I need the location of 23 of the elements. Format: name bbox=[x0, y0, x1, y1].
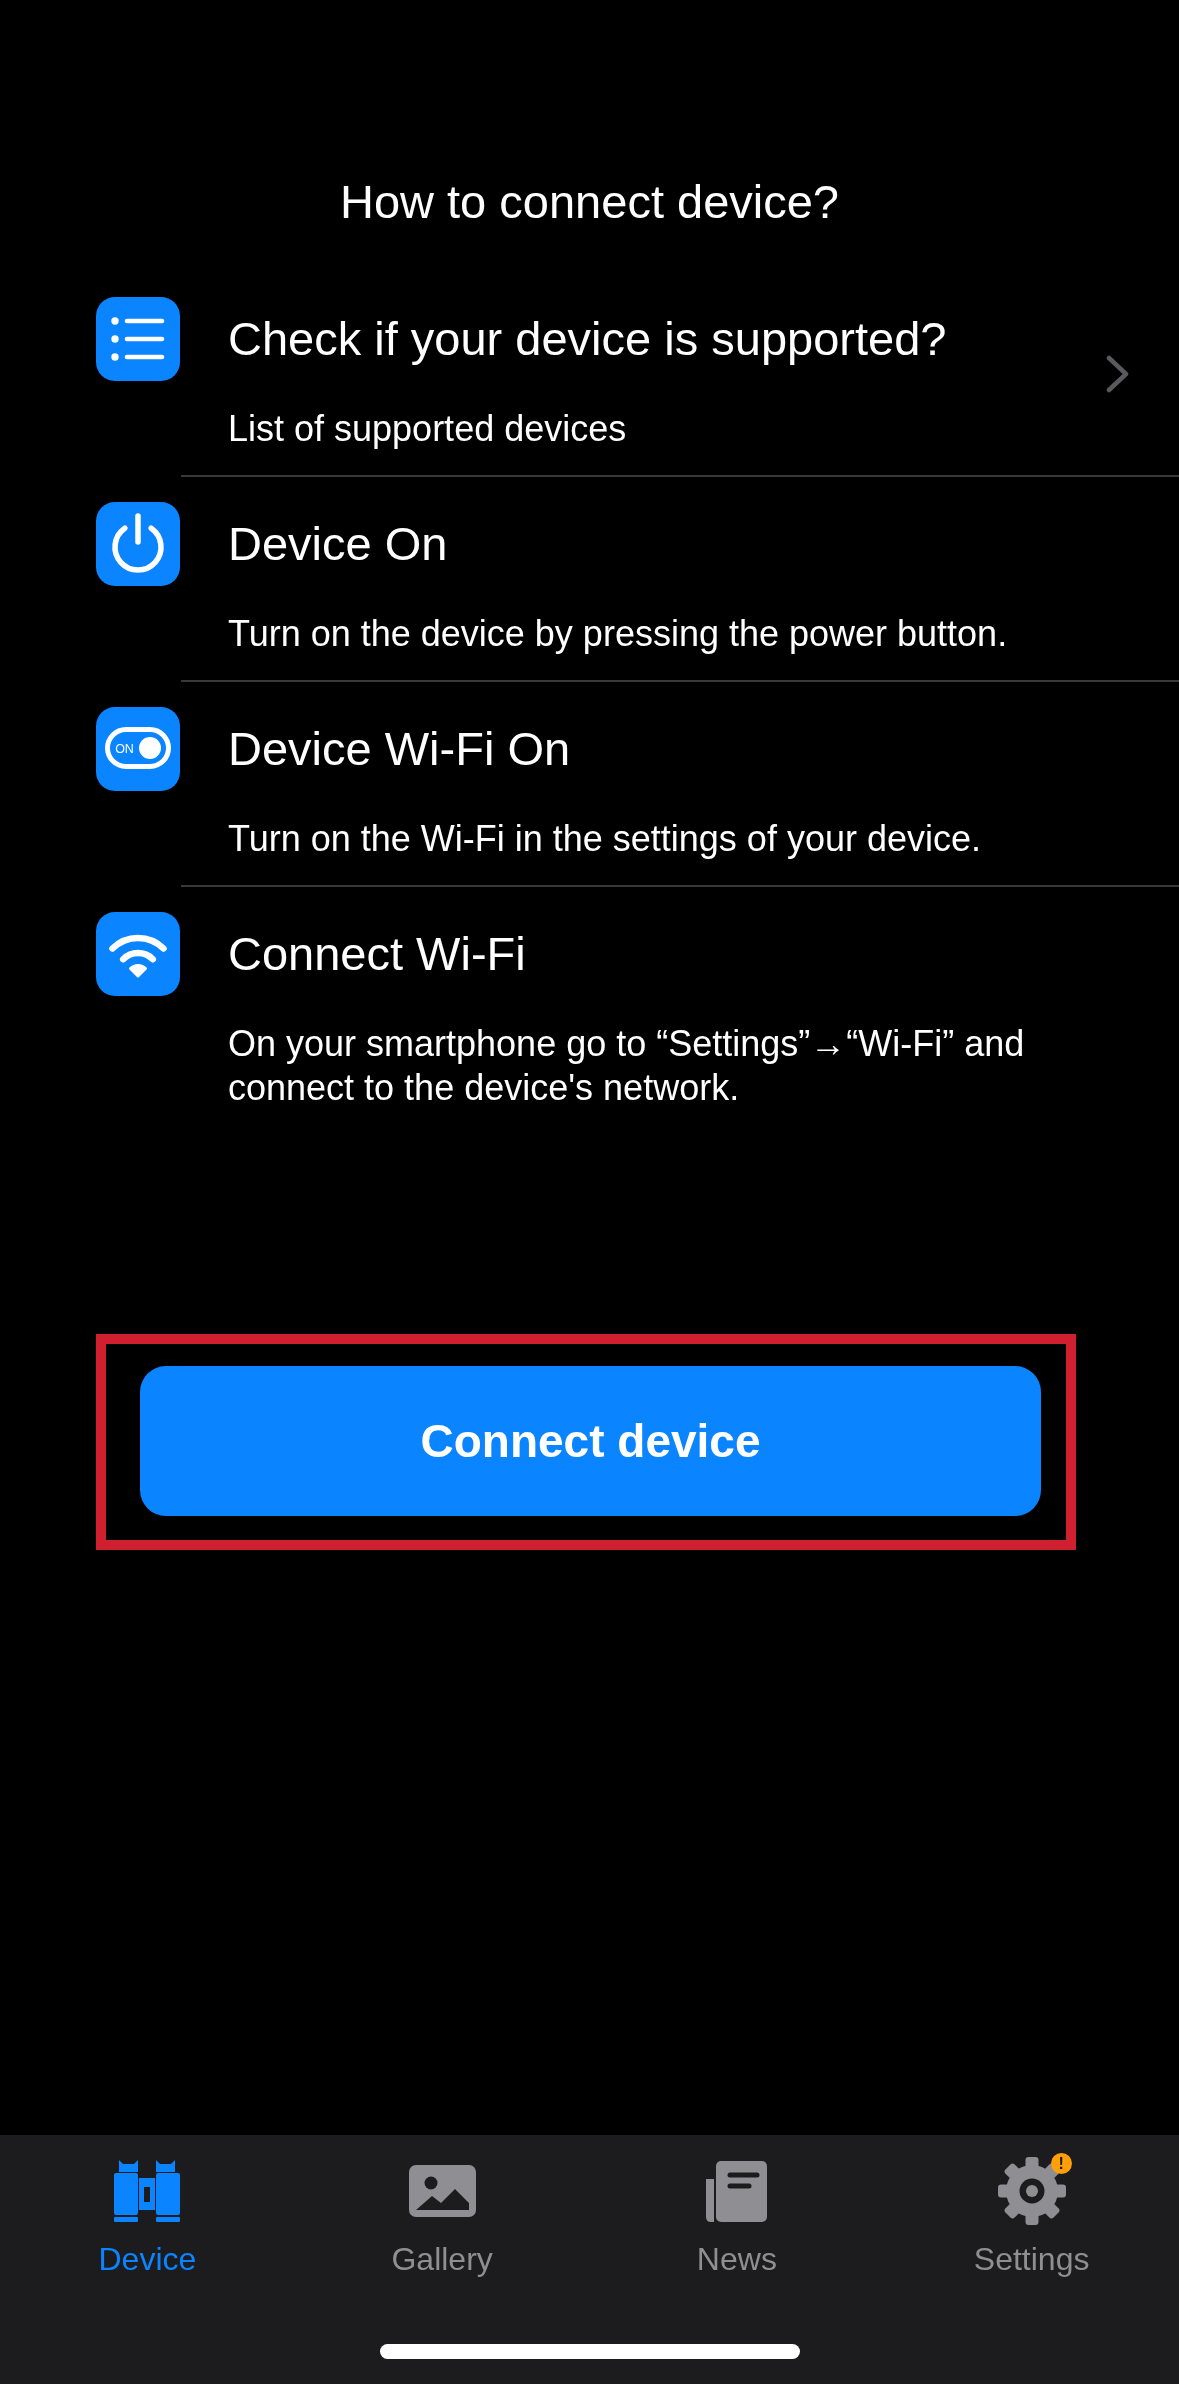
step-title: Connect Wi-Fi bbox=[228, 926, 526, 982]
tab[interactable]: ! Settings bbox=[884, 2135, 1179, 2279]
tab[interactable]: Device bbox=[0, 2135, 295, 2279]
step-description: Turn on the device by pressing the power button. bbox=[228, 612, 1008, 656]
wifi-icon bbox=[96, 912, 180, 996]
settings-icon bbox=[997, 2157, 1066, 2225]
newspaper-icon bbox=[706, 2160, 768, 2222]
step-description: List of supported devices bbox=[228, 407, 627, 451]
connect-device-button[interactable]: Connect device bbox=[140, 1366, 1041, 1516]
image-icon bbox=[408, 2165, 476, 2217]
page-title: How to connect device? bbox=[340, 174, 839, 230]
step-description: Turn on the Wi-Fi in the settings of your device. bbox=[228, 817, 981, 861]
list-icon bbox=[96, 297, 180, 381]
step-title: Device On bbox=[228, 516, 448, 572]
alert-badge: ! bbox=[1050, 2153, 1072, 2174]
step-description: On your smartphone go to “Settings”→“Wi-Fi” and connect to the device's network. bbox=[228, 1022, 1026, 1110]
power-icon bbox=[96, 502, 180, 586]
tab[interactable]: News bbox=[589, 2135, 885, 2279]
step-title[interactable]: Check if your device is supported? bbox=[228, 311, 947, 367]
step-title: Device Wi-Fi On bbox=[228, 721, 571, 777]
binoculars-icon bbox=[114, 2160, 181, 2222]
toggle-switch-icon: ON bbox=[96, 707, 180, 791]
tab[interactable]: Gallery bbox=[294, 2135, 590, 2279]
